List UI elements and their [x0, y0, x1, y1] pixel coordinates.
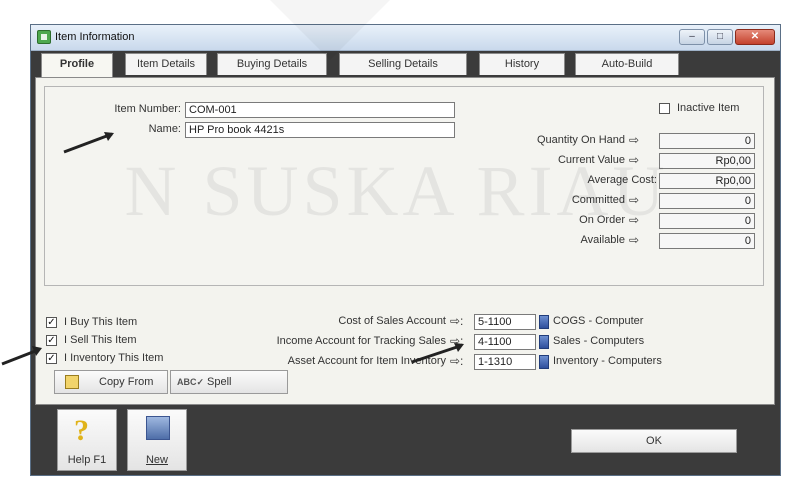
zoom-arrow-icon[interactable]: ⇨: [629, 213, 639, 227]
stat-value-field: Rp0,00: [659, 153, 755, 169]
account-code-field[interactable]: 5-1100: [474, 314, 536, 330]
stat-label: Average Cost:: [587, 174, 657, 186]
stat-label: Current Value: [557, 154, 625, 166]
tab-profile[interactable]: Profile: [41, 53, 113, 77]
item-type-checkbox[interactable]: ✓: [46, 335, 57, 346]
stat-value-field: 0: [659, 233, 755, 249]
account-code-field[interactable]: 1-1310: [474, 354, 536, 370]
item-type-label: I Inventory This Item: [64, 352, 164, 364]
account-name: Sales - Computers: [553, 335, 645, 347]
account-list-icon[interactable]: [539, 315, 549, 329]
stat-label: Available: [580, 234, 625, 246]
tab-label: Item Details: [136, 58, 196, 70]
item-number-field[interactable]: COM-001: [185, 102, 455, 118]
zoom-arrow-icon[interactable]: ⇨: [629, 133, 639, 147]
item-information-window: Item Information Profile Item Details Bu…: [30, 24, 781, 476]
tab-label: Auto-Build: [601, 58, 653, 70]
tab-buying-details[interactable]: Buying Details: [217, 53, 327, 75]
item-type-checkbox[interactable]: ✓: [46, 317, 57, 328]
stat-label: Quantity On Hand: [536, 134, 625, 146]
item-number-label: Item Number:: [114, 103, 181, 115]
item-type-label: I Sell This Item: [64, 334, 137, 346]
copy-from-button[interactable]: Copy From: [54, 370, 168, 394]
account-label: Cost of Sales Account: [338, 315, 446, 327]
title-bar[interactable]: Item Information: [31, 25, 780, 51]
tab-history[interactable]: History: [479, 53, 565, 75]
tab-selling-details[interactable]: Selling Details: [339, 53, 467, 75]
copy-from-label: Copy From: [99, 376, 154, 388]
spell-label: Spell: [207, 376, 232, 388]
account-code-field[interactable]: 4-1100: [474, 334, 536, 350]
item-info-box: Item Number: COM-001 Name: HP Pro book 4…: [44, 86, 764, 286]
help-label: Help F1: [67, 454, 107, 466]
profile-panel: Item Number: COM-001 Name: HP Pro book 4…: [35, 77, 775, 405]
help-button[interactable]: ? Help F1: [57, 409, 117, 471]
help-question-icon: ?: [74, 414, 89, 447]
stat-value-field: 0: [659, 133, 755, 149]
zoom-arrow-icon[interactable]: ⇨:: [450, 314, 463, 328]
stat-value-field: 0: [659, 213, 755, 229]
account-name: COGS - Computer: [553, 315, 644, 327]
account-label: Income Account for Tracking Sales: [276, 335, 446, 347]
spell-check-icon: ABC✓: [177, 377, 205, 387]
inactive-item-label: Inactive Item: [677, 102, 740, 114]
app-icon: [37, 30, 51, 44]
account-label: Asset Account for Item Inventory: [287, 355, 446, 367]
zoom-arrow-icon[interactable]: ⇨: [629, 193, 639, 207]
zoom-arrow-icon[interactable]: ⇨:: [450, 334, 463, 348]
ok-button[interactable]: OK: [571, 429, 737, 453]
spell-button[interactable]: ABC✓ Spell: [170, 370, 288, 394]
new-label: New: [145, 454, 168, 466]
account-list-icon[interactable]: [539, 355, 549, 369]
zoom-arrow-icon[interactable]: ⇨: [629, 153, 639, 167]
zoom-arrow-icon[interactable]: ⇨: [629, 233, 639, 247]
name-field[interactable]: HP Pro book 4421s: [185, 122, 455, 138]
stat-label: On Order: [579, 214, 625, 226]
copy-icon: [65, 375, 79, 389]
name-label: Name:: [148, 123, 181, 135]
item-type-checkbox[interactable]: ✓: [46, 353, 57, 364]
new-button[interactable]: New: [127, 409, 187, 471]
item-type-label: I Buy This Item: [64, 316, 138, 328]
account-name: Inventory - Computers: [553, 355, 662, 367]
tab-item-details[interactable]: Item Details: [125, 53, 207, 75]
new-document-icon: [146, 416, 170, 440]
stat-label: Committed: [571, 194, 625, 206]
ok-label: OK: [646, 435, 662, 447]
stat-value-field: 0: [659, 193, 755, 209]
tab-auto-build[interactable]: Auto-Build: [575, 53, 679, 75]
minimize-button[interactable]: [679, 29, 705, 45]
zoom-arrow-icon[interactable]: ⇨:: [450, 354, 463, 368]
tab-label: Selling Details: [368, 58, 438, 70]
tab-label: Buying Details: [236, 58, 308, 70]
maximize-button[interactable]: [707, 29, 733, 45]
tab-label: Profile: [59, 58, 95, 70]
window-title: Item Information: [55, 31, 135, 43]
account-list-icon[interactable]: [539, 335, 549, 349]
close-button[interactable]: [735, 29, 775, 45]
stat-value-field: Rp0,00: [659, 173, 755, 189]
tab-label: History: [504, 58, 540, 70]
inactive-item-checkbox[interactable]: [659, 103, 670, 114]
